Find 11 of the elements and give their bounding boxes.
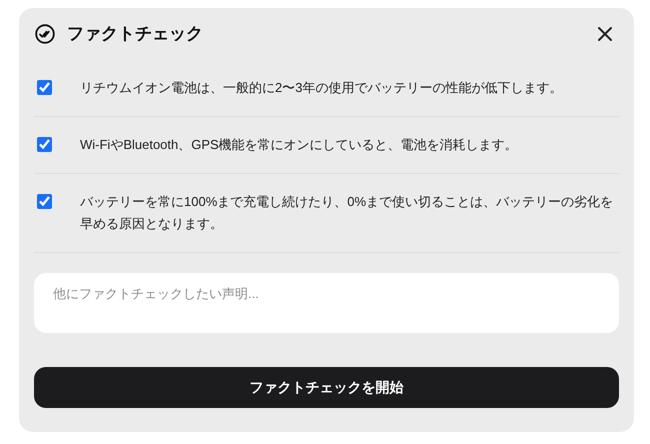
claim-text: リチウムイオン電池は、一般的に2〜3年の使用でバッテリーの性能が低下します。 — [80, 79, 562, 97]
claim-checkbox[interactable] — [37, 80, 52, 95]
start-fact-check-button[interactable]: ファクトチェックを開始 — [34, 367, 619, 408]
double-check-circle-icon — [35, 24, 55, 44]
claim-checkbox[interactable] — [37, 137, 52, 152]
dialog-title: ファクトチェック — [67, 23, 203, 46]
claim-text: Wi-FiやBluetooth、GPS機能を常にオンにしていると、電池を消耗します。 — [80, 136, 518, 154]
close-button[interactable] — [596, 25, 614, 43]
claim-input-field[interactable]: 他にファクトチェックしたい声明... — [34, 273, 619, 333]
claim-text: バッテリーを常に100%まで充電し続けたり、0%まで使い切ることは、バッテリーの劣化を早める原因となります。 — [80, 193, 614, 233]
claim-checkbox[interactable] — [37, 194, 52, 209]
